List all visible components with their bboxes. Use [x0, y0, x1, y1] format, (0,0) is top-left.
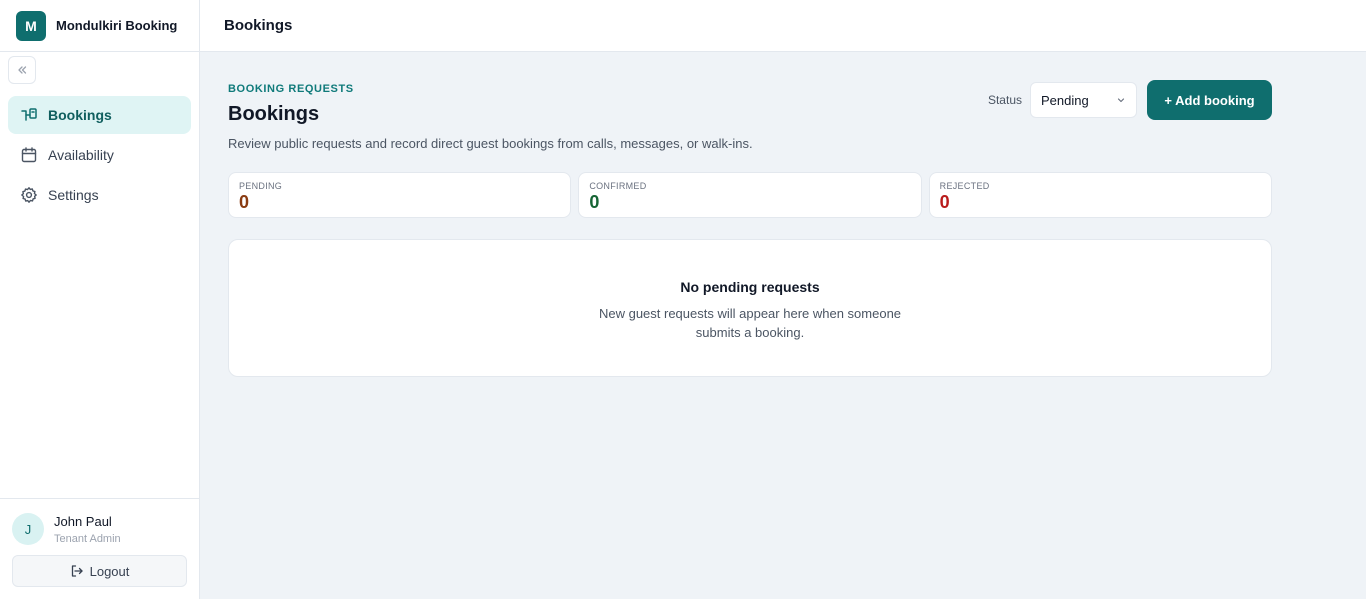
header-controls: Status Pending + Add booking	[988, 80, 1272, 120]
empty-state: No pending requests New guest requests w…	[228, 239, 1272, 377]
logout-label: Logout	[89, 563, 130, 579]
chevron-down-icon	[1116, 95, 1126, 105]
bookings-icon	[20, 106, 38, 124]
user-role: Tenant Admin	[54, 532, 121, 545]
status-filter-value: Pending	[1041, 92, 1089, 108]
stats-row: PENDING 0 CONFIRMED 0 REJECTED 0	[228, 172, 1272, 218]
logout-icon	[70, 564, 84, 578]
stat-card-rejected: REJECTED 0	[928, 172, 1272, 218]
sidebar-item-bookings[interactable]: Bookings	[8, 96, 191, 134]
add-booking-button[interactable]: + Add booking	[1147, 80, 1272, 120]
sidebar-item-label: Settings	[48, 187, 99, 203]
collapse-sidebar-button[interactable]	[8, 56, 36, 84]
sidebar-item-availability[interactable]: Availability	[8, 136, 191, 174]
avatar: J	[12, 513, 44, 545]
stat-label: PENDING	[239, 181, 283, 191]
status-filter-select[interactable]: Pending	[1030, 82, 1137, 118]
calendar-icon	[20, 146, 38, 164]
sidebar-footer: J John Paul Tenant Admin Logout	[0, 498, 199, 599]
brand[interactable]: M Mondulkiri Booking	[0, 0, 199, 52]
stat-card-confirmed: CONFIRMED 0	[578, 172, 922, 218]
sidebar-nav: Bookings Availability Settings	[8, 96, 191, 216]
empty-state-description: New guest requests will appear here when…	[598, 306, 902, 340]
empty-state-title: No pending requests	[680, 279, 820, 295]
stat-label: REJECTED	[939, 181, 990, 191]
sidebar-item-label: Availability	[48, 147, 114, 163]
topbar-title: Bookings	[224, 17, 293, 34]
stat-value: 0	[939, 192, 950, 212]
main-content: BOOKING REQUESTS Bookings Review public …	[228, 80, 1272, 377]
status-filter-label: Status	[987, 93, 1022, 107]
brand-name: Mondulkiri Booking	[56, 18, 178, 33]
user-profile: J John Paul Tenant Admin	[12, 513, 121, 545]
stat-card-pending: PENDING 0	[228, 172, 572, 218]
gear-icon	[20, 186, 38, 204]
chevrons-left-icon	[16, 64, 28, 76]
stat-value: 0	[589, 192, 600, 212]
page-description: Review public requests and record direct…	[228, 136, 753, 151]
brand-logo: M	[16, 10, 46, 41]
topbar: Bookings	[200, 0, 1366, 52]
sidebar-item-settings[interactable]: Settings	[8, 176, 191, 214]
stat-label: CONFIRMED	[589, 181, 647, 191]
sidebar: M Mondulkiri Booking Bookings Availabili…	[0, 0, 200, 599]
stat-value: 0	[239, 192, 250, 212]
sidebar-item-label: Bookings	[48, 107, 112, 123]
user-name: John Paul	[54, 513, 112, 529]
logout-button[interactable]: Logout	[12, 555, 187, 587]
